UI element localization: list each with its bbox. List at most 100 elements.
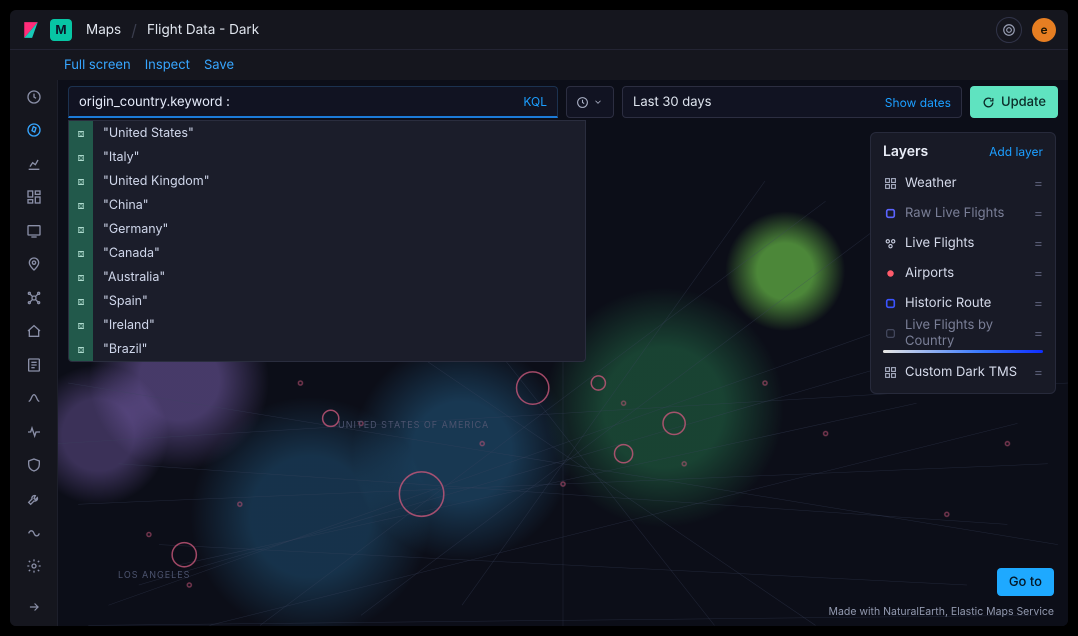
nav-visualize-icon[interactable] [19, 151, 49, 177]
autocomplete-option-text: "United Kingdom" [93, 174, 210, 189]
nav-devtools-icon[interactable] [19, 486, 49, 512]
autocomplete-option-text: "Australia" [93, 270, 165, 285]
autocomplete-option[interactable]: ⧈"Ireland" [69, 313, 585, 337]
layer-name: Airports [905, 265, 954, 281]
nav-monitoring-icon[interactable] [19, 520, 49, 546]
autocomplete-option[interactable]: ⧈"United States" [69, 121, 585, 145]
layer-type-icon [883, 236, 897, 250]
autocomplete-option[interactable]: ⧈"Germany" [69, 217, 585, 241]
space-selector[interactable]: M [50, 19, 72, 41]
nav-apm-icon[interactable] [19, 386, 49, 412]
query-language-toggle[interactable]: KQL [513, 94, 557, 109]
layer-row[interactable]: Raw Live Flights= [871, 198, 1055, 228]
layer-drag-handle-icon[interactable]: = [1034, 295, 1043, 312]
query-bar: KQL Last 30 days Show dates Update [68, 86, 1058, 118]
nav-infra-icon[interactable] [19, 319, 49, 345]
autocomplete-type-icon: ⧈ [69, 265, 93, 289]
layer-row[interactable]: Custom Dark TMS = [871, 357, 1055, 387]
layer-drag-handle-icon[interactable]: = [1034, 265, 1043, 282]
query-input[interactable] [69, 94, 513, 110]
breadcrumb-app[interactable]: Maps [86, 22, 121, 38]
map-attribution: Made with NaturalEarth, Elastic Maps Ser… [829, 605, 1054, 618]
layer-drag-handle-icon[interactable]: = [1034, 364, 1043, 381]
autocomplete-option-text: "Italy" [93, 150, 139, 165]
layer-name: Custom Dark TMS [905, 364, 1017, 380]
layer-type-icon [883, 266, 897, 280]
autocomplete-option-text: "Germany" [93, 222, 168, 237]
goto-button[interactable]: Go to [997, 568, 1054, 596]
autocomplete-type-icon: ⧈ [69, 337, 93, 361]
autocomplete-type-icon: ⧈ [69, 193, 93, 217]
layer-row[interactable]: Historic Route= [871, 288, 1055, 318]
layer-row[interactable]: Weather = [871, 168, 1055, 198]
time-quick-select[interactable] [566, 86, 614, 118]
nav-management-icon[interactable] [19, 553, 49, 579]
layers-panel: Layers Add layer Weather=Raw Live Flight… [870, 132, 1056, 394]
autocomplete-type-icon: ⧈ [69, 217, 93, 241]
nav-logs-icon[interactable] [19, 352, 49, 378]
nav-maps-icon[interactable] [19, 252, 49, 278]
nav-rail [10, 80, 58, 626]
map-label-country: UNITED STATES OF AMERICA [338, 420, 489, 431]
layer-type-icon [883, 326, 897, 340]
autocomplete-type-icon: ⧈ [69, 169, 93, 193]
autocomplete-type-icon: ⧈ [69, 313, 93, 337]
autocomplete-option-text: "United States" [93, 126, 194, 141]
breadcrumb-sep: / [131, 20, 137, 40]
nav-collapse-icon[interactable] [19, 595, 49, 621]
newsfeed-icon[interactable] [996, 17, 1022, 43]
layer-row[interactable]: Live Flights by Country= [871, 318, 1055, 348]
layer-type-icon [883, 176, 897, 190]
layer-drag-handle-icon[interactable]: = [1034, 235, 1043, 252]
layer-row[interactable]: Live Flights = [871, 228, 1055, 258]
layer-drag-handle-icon[interactable]: = [1034, 205, 1043, 222]
nav-uptime-icon[interactable] [19, 419, 49, 445]
autocomplete-option[interactable]: ⧈"Italy" [69, 145, 585, 169]
top-actions: Full screen Inspect Save [10, 50, 1068, 80]
fullscreen-link[interactable]: Full screen [64, 57, 131, 73]
layer-name: Live Flights [905, 235, 974, 251]
autocomplete-option-text: "Brazil" [93, 342, 148, 357]
time-range-label: Last 30 days [633, 94, 712, 110]
nav-canvas-icon[interactable] [19, 218, 49, 244]
query-input-wrapper: KQL [68, 86, 558, 118]
autocomplete-option[interactable]: ⧈"Brazil" [69, 337, 585, 361]
nav-siem-icon[interactable] [19, 453, 49, 479]
app-header: M Maps / Flight Data - Dark e [10, 10, 1068, 50]
time-range[interactable]: Last 30 days Show dates [622, 86, 962, 118]
autocomplete-option-text: "Spain" [93, 294, 148, 309]
map-canvas-container: UNITED STATES OF AMERICA LOS ANGELES KQL… [58, 80, 1068, 626]
layer-type-icon [883, 206, 897, 220]
autocomplete-option[interactable]: ⧈"Spain" [69, 289, 585, 313]
autocomplete-option[interactable]: ⧈"Australia" [69, 265, 585, 289]
autocomplete-option-text: "China" [93, 198, 149, 213]
layer-type-icon [883, 296, 897, 310]
nav-recent-icon[interactable] [19, 84, 49, 110]
autocomplete-type-icon: ⧈ [69, 289, 93, 313]
autocomplete-type-icon: ⧈ [69, 145, 93, 169]
layer-drag-handle-icon[interactable]: = [1034, 175, 1043, 192]
show-dates-link[interactable]: Show dates [885, 95, 951, 110]
query-autocomplete: ⧈"United States"⧈"Italy"⧈"United Kingdom… [68, 120, 586, 362]
autocomplete-type-icon: ⧈ [69, 121, 93, 145]
update-button-label: Update [1001, 94, 1046, 110]
map-label-city: LOS ANGELES [118, 570, 190, 581]
autocomplete-option[interactable]: ⧈"United Kingdom" [69, 169, 585, 193]
nav-discover-icon[interactable] [19, 118, 49, 144]
layer-row[interactable]: Airports = [871, 258, 1055, 288]
user-avatar[interactable]: e [1032, 18, 1056, 42]
autocomplete-option[interactable]: ⧈"Canada" [69, 241, 585, 265]
layer-type-icon [883, 365, 897, 379]
nav-dashboard-icon[interactable] [19, 185, 49, 211]
breadcrumb-page[interactable]: Flight Data - Dark [147, 22, 259, 38]
layer-name: Weather [905, 175, 957, 191]
autocomplete-option[interactable]: ⧈"China" [69, 193, 585, 217]
kibana-logo-icon[interactable] [22, 21, 40, 39]
autocomplete-option-text: "Canada" [93, 246, 160, 261]
save-link[interactable]: Save [204, 57, 234, 73]
update-button[interactable]: Update [970, 86, 1058, 118]
inspect-link[interactable]: Inspect [145, 57, 190, 73]
nav-ml-icon[interactable] [19, 285, 49, 311]
add-layer-link[interactable]: Add layer [989, 144, 1043, 159]
layer-drag-handle-icon[interactable]: = [1034, 325, 1043, 342]
